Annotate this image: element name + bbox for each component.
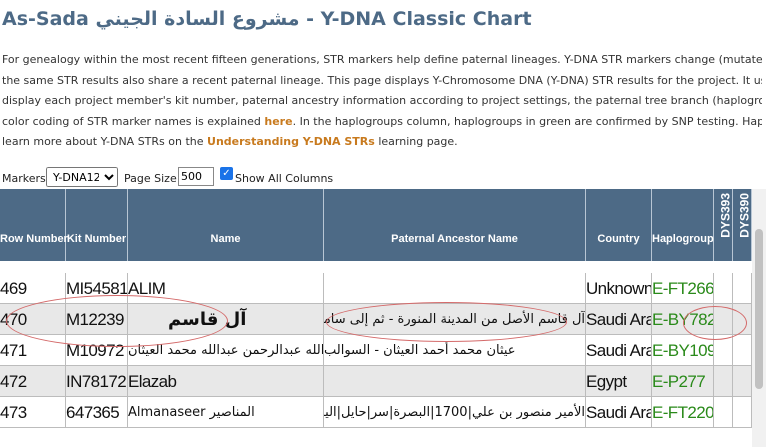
intro-text-segment: . In the haplogroups column, haplogroups… [292,114,762,128]
annotation-oval [6,295,228,347]
col-header-paternal-ancestor[interactable]: Paternal Ancestor Name [324,189,586,261]
understanding-ystr-link[interactable]: Understanding Y-DNA STRs [207,135,375,148]
intro-line: the same STR results also share a recent… [2,73,762,87]
col-header-haplogroup[interactable]: Haplogroup [652,189,714,261]
intro-text: For genealogy within the most recent fif… [2,50,762,153]
col-header-country[interactable]: Country [586,189,652,261]
annotation-oval [683,306,747,340]
intro-text-segment: learn more about Y-DNA STRs on the [2,135,208,149]
page-size-label: Page Size: [124,172,181,185]
col-header-dys390[interactable]: DYS390 [733,189,752,261]
cell-paternal-ancestor [324,366,586,396]
table-row: 472 IN78172 Elazab Egypt E-P277 [0,366,752,397]
cell-paternal-ancestor [324,273,586,303]
cell-row-number: 473 [0,397,66,427]
cell-country: Unknown Origin [586,273,652,303]
cell-dys390 [733,335,752,365]
col-header-name[interactable]: Name [128,189,324,261]
table-header: Row Number Kit Number Name Paternal Ance… [0,189,752,261]
show-all-label: Show All Columns [235,172,334,185]
intro-text-segment: color coding of STR marker names is expl… [2,114,265,128]
col-header-label: Paternal Ancestor Name [391,233,518,245]
col-header-label: DYS390 [737,193,752,238]
scrollbar-thumb[interactable] [755,229,763,389]
cell-haplogroup: E-BY10943 [652,335,714,365]
intro-line: display each project member's kit number… [2,94,762,108]
cell-row-number: 472 [0,366,66,396]
col-header-label: Kit Number [66,233,127,245]
cell-dys393 [714,397,733,427]
cell-haplogroup: E-P277 [652,366,714,396]
cell-paternal-ancestor: الأمير منصور بن علي|1700|البصرة|سر|حايل|… [324,397,586,427]
vertical-scrollbar[interactable] [752,189,766,447]
markers-select[interactable]: Y-DNA12 [46,167,118,187]
annotation-oval [326,302,567,342]
cell-haplogroup: E-FT266864 [652,273,714,303]
cell-country: Saudi Arabia [586,397,652,427]
cell-dys390 [733,366,752,396]
intro-text-segment: learning page. [374,135,458,149]
cell-country: Saudi Arabia [586,335,652,365]
table-row: 473 647365 Almanaseer المناصير الأمير منصور… [0,397,752,428]
col-header-kit-number[interactable]: Kit Number [66,189,128,261]
cell-dys390 [733,397,752,427]
intro-line: For genealogy within the most recent fif… [2,53,762,66]
page-size-input[interactable] [178,167,214,186]
col-header-label: Row Number [0,233,68,245]
col-header-label: Country [597,233,640,245]
chart-controls: Markers: Y-DNA12 Page Size: ✓ Show All C… [2,167,742,189]
cell-name: Elazab [128,366,324,396]
col-header-label: Haplogroup [652,233,714,245]
cell-dys390 [733,273,752,303]
cell-dys393 [714,273,733,303]
page-title: As-Sada مشروع السادة الجيني - Y-DNA Clas… [2,8,532,30]
show-all-checkbox[interactable]: ✓ [220,167,233,180]
cell-dys393 [714,366,733,396]
cell-country: Egypt [586,366,652,396]
here-link[interactable]: here [264,115,292,128]
cell-kit-number[interactable]: 647365 [66,397,128,427]
intro-line: learn more about Y-DNA STRs on the Under… [2,132,762,153]
markers-label: Markers: [2,172,50,185]
col-header-label: Name [210,233,241,245]
cell-haplogroup: E-FT220718 [652,397,714,427]
cell-country: Saudi Arabia [586,304,652,334]
intro-line: color coding of STR marker names is expl… [2,112,762,133]
cell-kit-number[interactable]: IN78172 [66,366,128,396]
cell-name: Almanaseer المناصير [128,397,324,427]
col-header-label: DYS393 [718,193,733,238]
col-header-dys393[interactable]: DYS393 [714,189,733,261]
col-header-row-number[interactable]: Row Number [0,189,68,261]
